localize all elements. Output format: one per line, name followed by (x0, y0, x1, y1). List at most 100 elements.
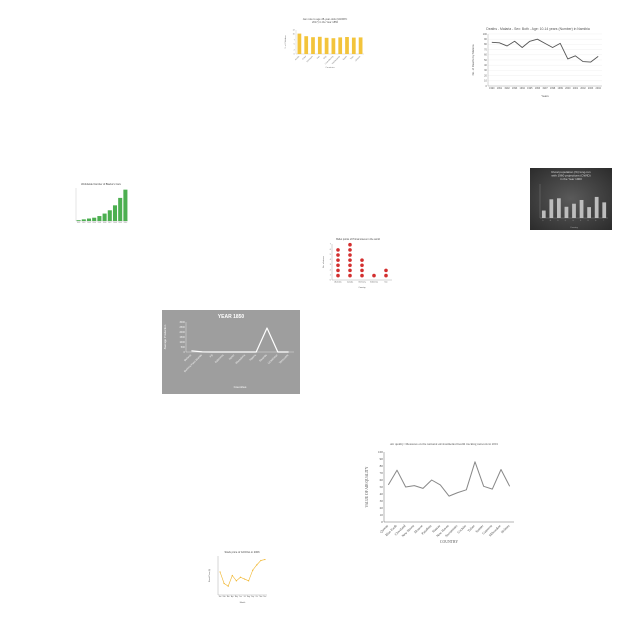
data-point (336, 268, 340, 273)
x-tick-label: Dec (264, 596, 267, 598)
chart-title: Worldwide Number of Blacks's Cars (81, 183, 121, 186)
x-tick-label: May (235, 596, 238, 598)
y-tick-label: 2000 (179, 331, 185, 334)
x-tick-label: 2007 (108, 222, 112, 224)
chart-thumb-blacks-cars: Worldwide Number of Blacks's Cars 2001 200… (72, 180, 130, 226)
y-tick-label: 2 (294, 50, 296, 52)
x-tick-label: Uzbekistan (267, 353, 279, 365)
data-point (264, 558, 266, 561)
data-point (336, 248, 340, 252)
bar (97, 216, 102, 221)
x-tick-label: Aug (247, 595, 250, 598)
x-tick-label: 1990 (489, 87, 495, 90)
x-tick-label: 2009 (118, 222, 122, 224)
bar (594, 196, 599, 218)
x-tick-label: H (595, 219, 598, 222)
bar (76, 220, 81, 221)
data-point (336, 273, 340, 278)
x-tick-label: Venezuela (278, 353, 290, 365)
chart-svg-rural-population: Rural population (%) long-runwith 1960 p… (539, 170, 608, 229)
chart-thumb-rural-population: Rural population (%) long-run with 1960 p… (530, 168, 612, 230)
x-tick-label: 2001 (77, 222, 81, 224)
x-tick-label: 2004 (596, 87, 602, 90)
bar (92, 217, 97, 221)
bar (118, 197, 123, 221)
data-point (384, 273, 388, 278)
x-tick-label: Burkina Faso Islands (183, 353, 203, 373)
chart-svg-blacks-cars: Worldwide Number of Blacks's Cars 2001 200… (75, 183, 128, 224)
y-tick-label: 10 (484, 80, 487, 83)
bar (338, 37, 343, 54)
y-tick-label: 60 (484, 54, 487, 57)
y-axis-label: Average Production (163, 324, 167, 349)
y-tick-label: 5 (294, 44, 296, 46)
y-tick-label: 7 (294, 40, 296, 42)
y-axis-label: % of Children (284, 35, 287, 49)
x-axis-label: COUNTRY (440, 540, 458, 544)
y-tick-label: 90 (380, 457, 384, 461)
x-tick-label: 1996 (535, 87, 541, 90)
data-point (336, 258, 340, 262)
chart-title: YEAR 1850 (218, 314, 245, 320)
chart-svg-year-1850: YEAR 1850 0 500 1000 1500 2000 2500 3000 Belarus… (163, 314, 294, 389)
data-point (239, 576, 242, 578)
y-tick-label: 50 (484, 59, 487, 62)
x-tick-label: Iraq (317, 56, 321, 60)
bar (351, 37, 356, 54)
y-axis-label: No. of stoves (322, 256, 325, 268)
y-tick-label: 5 (330, 254, 331, 256)
x-tick-label: 1992 (504, 87, 510, 90)
x-tick-label: Germany (358, 281, 365, 283)
data-point (360, 273, 364, 278)
bar (541, 210, 546, 218)
data-point (243, 578, 246, 580)
x-tick-label: C (557, 219, 560, 222)
x-tick-label: 2010 (124, 222, 128, 224)
series-line (219, 559, 266, 587)
y-axis-label: Stock Price ($) (208, 569, 211, 582)
x-tick-label: 2005 (98, 222, 102, 224)
x-tick-label: Chad (302, 56, 307, 61)
y-axis-label: No. of Deaths by Malaria (471, 44, 475, 75)
series-line (491, 38, 599, 63)
x-tick-label: E (572, 219, 575, 222)
y-tick-label: 1000 (179, 341, 185, 344)
y-tick-label: 0 (294, 54, 296, 56)
bar (358, 37, 363, 54)
data-point (348, 273, 352, 278)
bar (311, 37, 315, 54)
x-tick-label: Mar (227, 596, 230, 598)
y-tick-label: 20 (380, 506, 384, 510)
chart-svg-googl-price: Stock price of GOOGL in 2006 Jan Feb Mar Apr… (208, 550, 267, 604)
y-tick-label: 2 (330, 269, 331, 271)
x-tick-label: Nov (259, 596, 262, 598)
x-axis-label: Years (541, 94, 549, 98)
bar (572, 203, 576, 218)
x-tick-label: Belarus (183, 353, 193, 363)
x-tick-label: 2008 (113, 222, 117, 224)
x-tick-label: B (550, 219, 553, 222)
bar (112, 205, 118, 221)
data-point (348, 253, 352, 257)
bar (107, 210, 112, 221)
data-point (219, 571, 221, 573)
bar (324, 37, 329, 54)
x-tick-label: D (565, 219, 568, 222)
chart-title: 2017) in the Year 1850 (312, 20, 339, 24)
y-tick-label: 7 (330, 244, 331, 246)
x-tick-label: Apr (231, 595, 234, 598)
y-tick-label: 70 (380, 471, 384, 475)
data-point (348, 242, 352, 247)
x-tick-label: Indonesia (370, 281, 378, 283)
y-tick-label: 3000 (179, 321, 185, 324)
data-point (348, 248, 352, 252)
chart-thumb-stoves-dots: Bullet points of Primal stoves in the wo… (320, 234, 396, 290)
data-point (227, 585, 229, 587)
x-tick-label: Jul (244, 596, 247, 598)
chart-title: Air quality: Measures on the national en… (390, 442, 499, 446)
x-tick-label: 1994 (520, 87, 526, 90)
chart-svg-pct-children: Jan note to age 28-year-olds (GNWPC2017)… (284, 17, 364, 69)
y-tick-label: 30 (484, 69, 487, 72)
y-tick-label: 100 (483, 33, 488, 36)
chart-title: Deaths - Malaria - Sex: Both - Age: 10-1… (486, 27, 590, 31)
